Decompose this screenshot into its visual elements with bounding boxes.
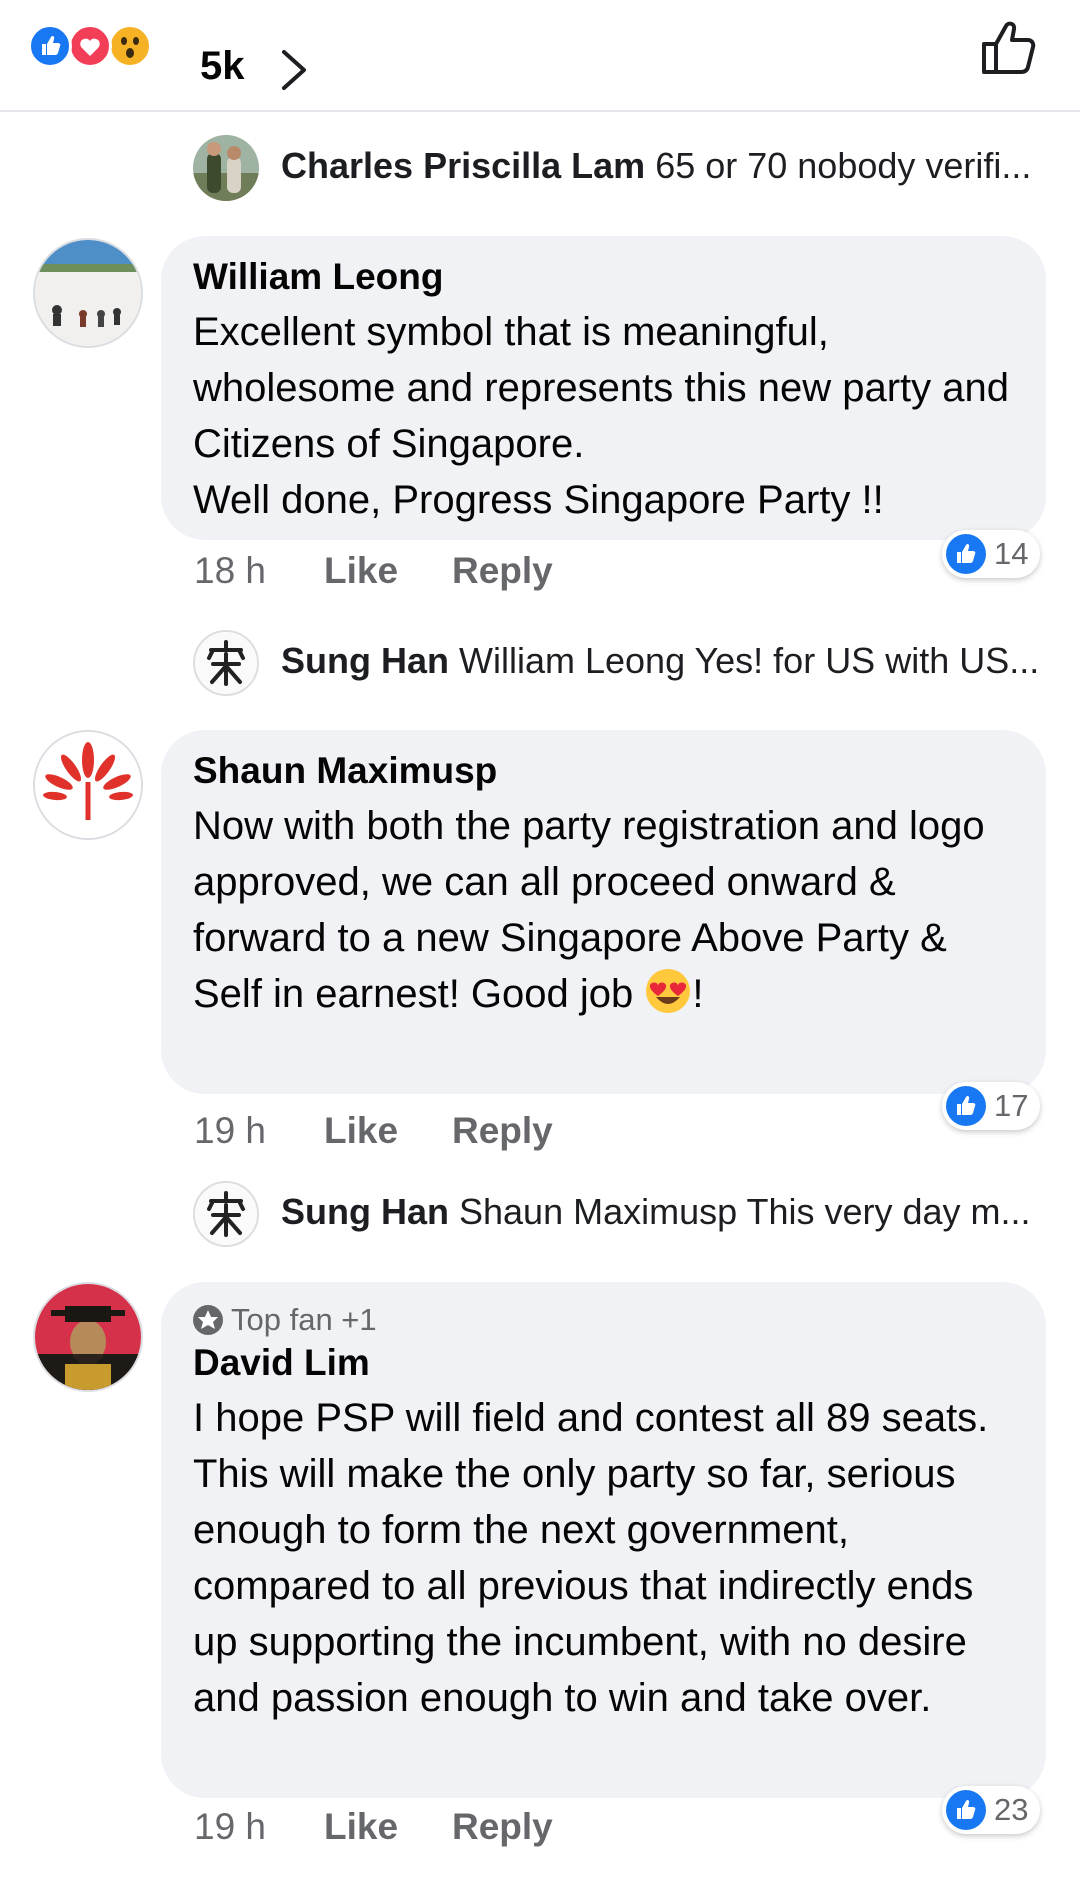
reply-author[interactable]: Charles Priscilla Lam xyxy=(281,145,645,186)
comment-text: Now with both the party registration and… xyxy=(193,804,985,1016)
comment-actions: 19 h Like Reply xyxy=(194,1110,553,1152)
like-reaction-icon xyxy=(946,1790,986,1830)
reply-snippet: William Leong Yes! for US with US... xyxy=(459,640,1040,681)
comment-actions: 19 h Like Reply xyxy=(194,1806,553,1848)
comment-author[interactable]: William Leong xyxy=(193,254,1014,300)
reply-author[interactable]: Sung Han xyxy=(281,1191,449,1232)
top-fan-badge: Top fan +1 xyxy=(193,1300,1014,1340)
avatar xyxy=(193,1181,259,1247)
comment-bubble[interactable]: Shaun Maximusp Now with both the party r… xyxy=(161,730,1046,1094)
reaction-count: 5k xyxy=(200,44,245,88)
reply-button[interactable]: Reply xyxy=(452,1806,553,1848)
comment-reaction-count[interactable]: 23 xyxy=(942,1786,1041,1834)
heart-eyes-emoji-icon xyxy=(646,969,691,1013)
chevron-right-icon xyxy=(282,50,306,90)
like-button[interactable]: Like xyxy=(324,550,452,592)
comment-reaction-count[interactable]: 14 xyxy=(942,530,1041,578)
reply-snippet: 65 or 70 nobody verifi... xyxy=(655,145,1032,186)
avatar[interactable] xyxy=(33,238,143,348)
reply-button[interactable]: Reply xyxy=(452,1110,553,1152)
comment-author[interactable]: Shaun Maximusp xyxy=(193,748,1014,794)
reactions-bar: 5k xyxy=(0,0,1080,112)
like-reaction-icon xyxy=(946,534,986,574)
avatar[interactable] xyxy=(33,730,143,840)
comment-time[interactable]: 19 h xyxy=(194,1806,324,1848)
comment-actions: 18 h Like Reply xyxy=(194,550,553,592)
comment-bubble[interactable]: William Leong Excellent symbol that is m… xyxy=(161,236,1046,540)
comment-text: I hope PSP will field and contest all 89… xyxy=(193,1396,989,1720)
avatar[interactable] xyxy=(33,1282,143,1392)
like-button[interactable]: Like xyxy=(324,1110,452,1152)
comment-time[interactable]: 19 h xyxy=(194,1110,324,1152)
comment-bubble[interactable]: Top fan +1 David Lim I hope PSP will fie… xyxy=(161,1282,1046,1798)
like-reaction-icon xyxy=(946,1086,986,1126)
reply-author[interactable]: Sung Han xyxy=(281,640,449,681)
like-button[interactable]: Like xyxy=(324,1806,452,1848)
like-thumb-icon[interactable] xyxy=(976,14,1046,84)
wow-reaction-icon xyxy=(108,24,152,68)
like-reaction-icon xyxy=(28,24,72,68)
reply-snippet: Shaun Maximusp This very day m... xyxy=(459,1191,1031,1232)
avatar xyxy=(193,630,259,696)
comment-time[interactable]: 18 h xyxy=(194,550,324,592)
comment-text: Excellent symbol that is meaningful, who… xyxy=(193,310,1010,522)
comment-reaction-count[interactable]: 17 xyxy=(942,1082,1041,1130)
star-icon xyxy=(193,1305,223,1335)
avatar xyxy=(193,135,259,201)
comment-author[interactable]: David Lim xyxy=(193,1340,1014,1386)
reply-button[interactable]: Reply xyxy=(452,550,553,592)
love-reaction-icon xyxy=(68,24,112,68)
